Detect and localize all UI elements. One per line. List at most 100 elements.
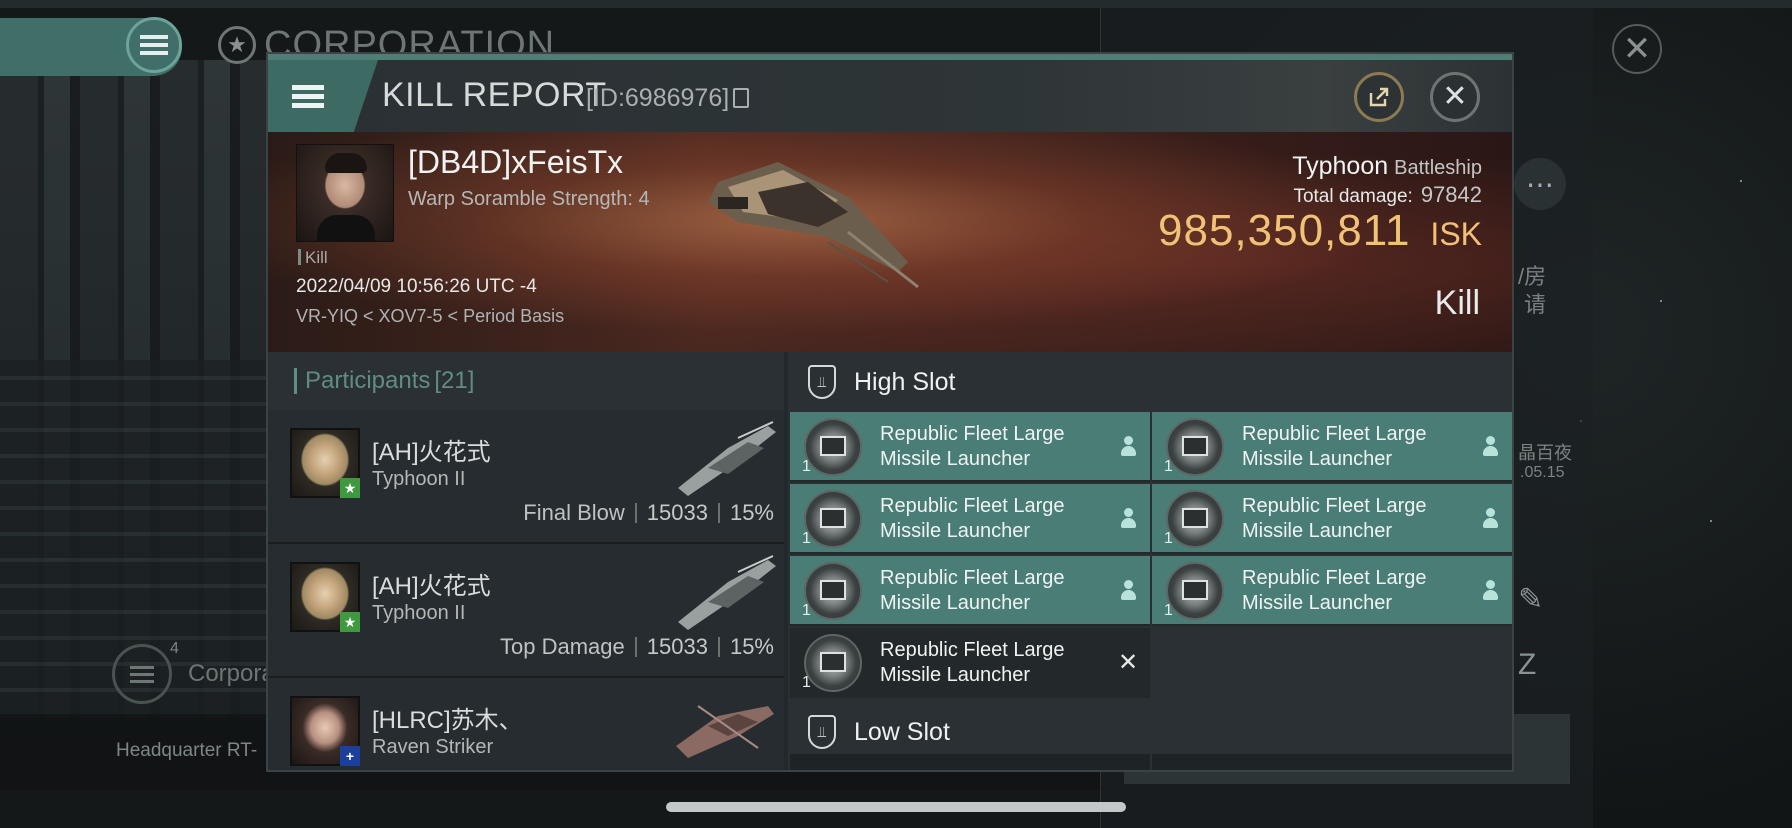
total-damage: Total damage: 97842 <box>1293 182 1482 208</box>
missile-launcher-icon <box>1166 490 1224 548</box>
stat-damage: 15033 <box>646 500 708 525</box>
module-name: Republic Fleet Large Missile Launcher <box>880 423 1065 470</box>
side-text: .05.15 <box>1520 464 1565 481</box>
module-quantity: 1 <box>1164 458 1173 475</box>
participants-count: [21] <box>434 367 475 394</box>
stat-percent: 15% <box>729 634 774 659</box>
participants-panel: Participants [21] ★ [AH]火花式 Typhoon II Fi… <box>268 352 784 770</box>
victim-ship-image <box>708 162 919 289</box>
missile-launcher-icon <box>804 418 862 476</box>
isk-value: 985,350,811 ISK <box>1158 206 1482 256</box>
copy-icon[interactable] <box>733 88 750 108</box>
participant-portrait[interactable]: ★ <box>290 562 360 632</box>
module-name: Republic Fleet Large Missile Launcher <box>1242 495 1427 542</box>
victim-subtitle: Warp Soramble Strength: 4 <box>408 188 650 210</box>
fittings-panel: ⫫ High Slot 1 Republic Fleet Large Missi… <box>788 352 1512 770</box>
missile-launcher-icon <box>1166 418 1224 476</box>
participant-ship: Raven Striker <box>372 736 494 758</box>
participant-name: [AH]火花式 <box>372 439 491 466</box>
module-quantity: 1 <box>802 602 811 619</box>
top-bar <box>0 0 1792 8</box>
module-item[interactable]: 1 Republic Fleet Large Missile Launcher <box>790 484 1150 554</box>
isk-amount: 985,350,811 <box>1158 206 1411 255</box>
corporation-menu-button[interactable] <box>112 644 172 704</box>
stat-damage: 15033 <box>646 634 708 659</box>
module-quantity: 1 <box>802 674 811 691</box>
kill-report-window: KILL REPORT [ID:6986976] ✕ [DB4D]xFeisTx… <box>266 52 1514 772</box>
corporation-icon: ★ <box>218 26 256 64</box>
stat-percent: 15% <box>729 500 774 525</box>
edit-icon[interactable]: ✎ <box>1518 582 1543 617</box>
kill-tag: Kill <box>298 248 328 268</box>
side-text: 请 <box>1524 292 1547 317</box>
main-menu-button[interactable] <box>126 17 182 73</box>
participants-label: Participants <box>305 367 431 394</box>
module-name: Republic Fleet Large Missile Launcher <box>880 639 1065 686</box>
share-button[interactable] <box>1354 72 1404 122</box>
fitted-person-icon <box>1478 434 1502 458</box>
participant-portrait[interactable]: + <box>290 696 360 766</box>
menu-icon <box>292 84 324 108</box>
fitted-person-icon <box>1116 506 1140 530</box>
module-name: Republic Fleet Large Missile Launcher <box>1242 567 1427 614</box>
participant-ship: Typhoon II <box>372 468 466 490</box>
stat-label: Top Damage <box>500 634 625 659</box>
fitted-person-icon <box>1116 434 1140 458</box>
module-item[interactable]: 1 Republic Fleet Large Missile Launcher <box>1152 412 1512 482</box>
victim-portrait[interactable] <box>296 144 394 242</box>
module-quantity: 1 <box>1164 530 1173 547</box>
missile-launcher-icon <box>804 634 862 692</box>
participant-ship-image <box>678 555 776 630</box>
module-item[interactable]: 1 Republic Fleet Large Missile Launcher <box>790 556 1150 626</box>
missile-launcher-icon <box>804 562 862 620</box>
victim-ship-name: Typhoon Battleship <box>1292 152 1482 181</box>
kill-location[interactable]: VR-YIQ < XOV7-5 < Period Basis <box>296 306 564 327</box>
side-text: /房 <box>1518 264 1547 289</box>
close-icon: ✕ <box>1442 80 1468 113</box>
victim-banner: [DB4D]xFeisTx Warp Soramble Strength: 4 … <box>268 132 1512 352</box>
participant-row[interactable]: + [HLRC]苏木、 Raven Striker <box>268 678 784 770</box>
missile-launcher-icon <box>1166 562 1224 620</box>
module-name: Republic Fleet Large Missile Launcher <box>1242 423 1427 470</box>
participant-ship: Typhoon II <box>372 602 466 624</box>
kill-report-id[interactable]: [ID:6986976] <box>586 84 750 113</box>
missile-launcher-icon <box>804 490 862 548</box>
destroyed-x-icon: ✕ <box>1117 648 1139 676</box>
star <box>1660 300 1662 302</box>
kill-result: Kill <box>1434 284 1480 322</box>
victim-name[interactable]: [DB4D]xFeisTx <box>408 144 623 181</box>
participant-row[interactable]: ★ [AH]火花式 Typhoon II Top Damage 15033 15% <box>268 544 784 678</box>
module-item[interactable]: 1 Republic Fleet Large Missile Launcher <box>1152 484 1512 554</box>
notification-count: 4 <box>170 640 179 657</box>
module-item[interactable]: 1 Republic Fleet Large Missile Launcher <box>790 412 1150 482</box>
ship-type[interactable]: Typhoon <box>1292 152 1388 180</box>
star-badge-icon: ★ <box>340 612 360 632</box>
low-slot-module-peek[interactable] <box>790 754 1150 770</box>
window-title: KILL REPORT <box>382 76 607 114</box>
star-badge-icon: ★ <box>340 478 360 498</box>
close-button[interactable]: ✕ <box>1430 72 1480 122</box>
module-item[interactable]: 1 Republic Fleet Large Missile Launcher <box>1152 556 1512 626</box>
headquarter-label: Headquarter RT- <box>116 740 258 761</box>
low-slot-label: Low Slot <box>854 717 950 746</box>
fitted-person-icon <box>1116 578 1140 602</box>
participant-portrait[interactable]: ★ <box>290 428 360 498</box>
isk-unit: ISK <box>1430 216 1482 252</box>
low-slot-module-peek[interactable] <box>1152 754 1512 770</box>
module-quantity: 1 <box>802 530 811 547</box>
sort-icon[interactable]: Z <box>1518 648 1536 682</box>
star <box>1740 180 1742 182</box>
high-slot-label: High Slot <box>854 367 956 396</box>
share-icon <box>1369 87 1389 107</box>
participant-row[interactable]: ★ [AH]火花式 Typhoon II Final Blow 15033 15% <box>268 410 784 544</box>
high-slot-header: ⫫ High Slot <box>788 352 1512 412</box>
background-close-button[interactable]: ✕ <box>1612 24 1662 74</box>
home-indicator[interactable] <box>666 802 1126 812</box>
window-menu-button[interactable] <box>268 60 378 132</box>
star <box>1710 520 1712 522</box>
module-name: Republic Fleet Large Missile Launcher <box>880 567 1065 614</box>
participant-name: [AH]火花式 <box>372 573 491 600</box>
participant-stats: Final Blow 15033 15% <box>523 500 774 526</box>
module-item[interactable]: 1 Republic Fleet Large Missile Launcher … <box>790 628 1150 698</box>
more-options-button[interactable]: ⋯ <box>1514 158 1566 210</box>
